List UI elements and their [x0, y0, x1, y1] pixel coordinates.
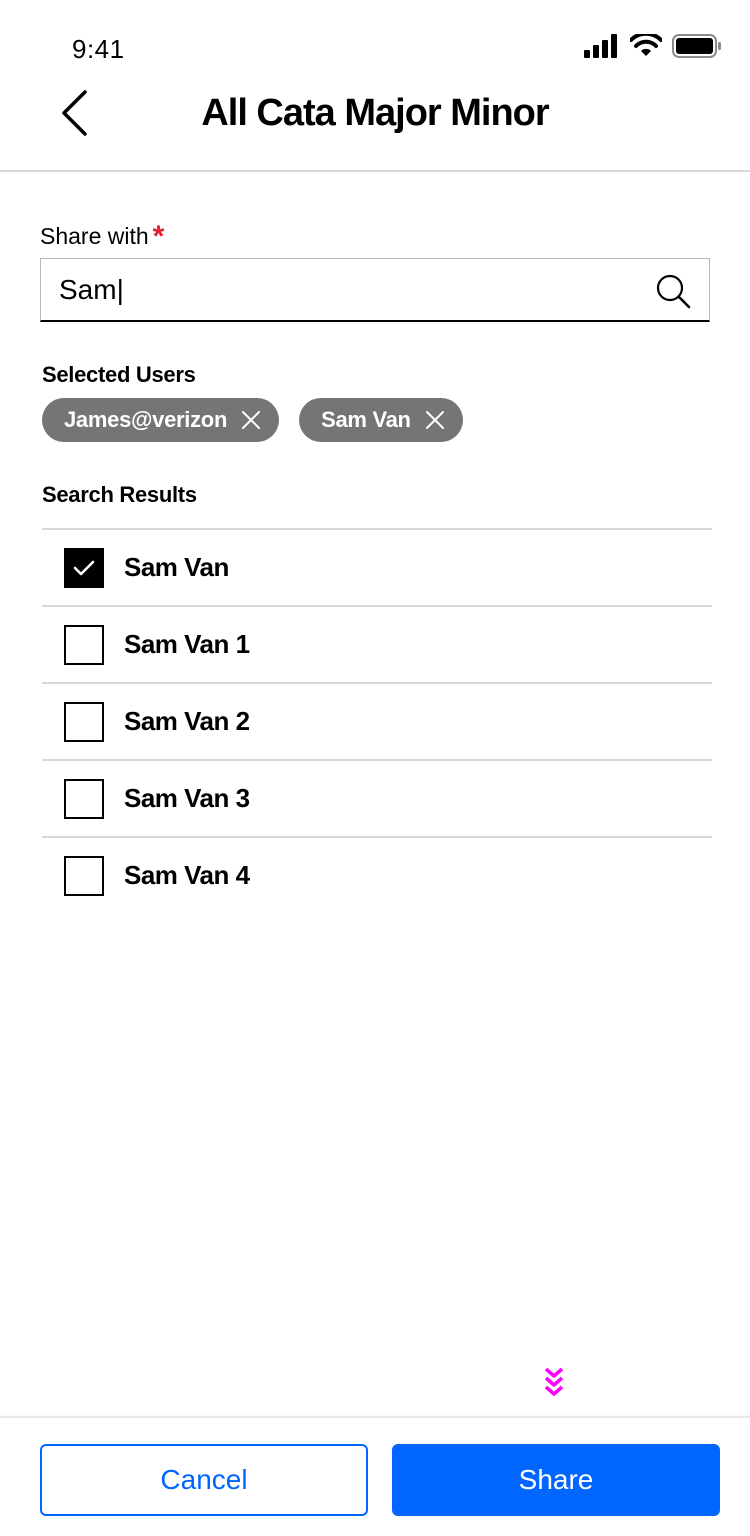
- list-item-label: Sam Van 1: [124, 629, 250, 659]
- battery-icon: [672, 34, 721, 58]
- list-item[interactable]: Sam Van 4: [42, 836, 712, 913]
- required-mark: *: [152, 220, 165, 253]
- chevron-double-down-icon: [544, 1367, 564, 1396]
- share-button[interactable]: Share: [392, 1444, 720, 1516]
- selected-user-chip: James@verizon: [42, 398, 280, 442]
- search-results-list: Sam Van Sam Van 1 Sam Van 2 Sam Van 3 Sa…: [42, 528, 712, 913]
- selected-users-title: Selected Users: [42, 362, 196, 387]
- checkbox[interactable]: [64, 855, 104, 896]
- checkmark-icon: [73, 560, 95, 575]
- checkbox-checked[interactable]: [64, 547, 104, 588]
- status-time: 9:41: [72, 34, 125, 64]
- status-icons: [584, 34, 722, 58]
- cancel-button[interactable]: Cancel: [40, 1444, 368, 1516]
- list-item[interactable]: Sam Van 2: [42, 682, 712, 759]
- list-item-label: Sam Van: [124, 552, 229, 582]
- selected-users-chips: James@verizon Sam Van: [42, 398, 463, 442]
- wifi-icon: [630, 34, 662, 56]
- search-icon[interactable]: [655, 273, 691, 309]
- chip-label: James@verizon: [64, 407, 228, 432]
- list-item-label: Sam Van 4: [124, 860, 250, 890]
- checkbox[interactable]: [64, 778, 104, 819]
- selected-user-chip: Sam Van: [299, 398, 463, 442]
- checkbox[interactable]: [64, 624, 104, 665]
- cellular-signal-icon: [584, 34, 617, 58]
- footer-bar: Cancel Share: [0, 1416, 750, 1536]
- status-bar: 9:41: [0, 0, 750, 88]
- list-item[interactable]: Sam Van 1: [42, 605, 712, 682]
- chip-label: Sam Van: [321, 407, 411, 432]
- header: All Cata Major Minor: [0, 88, 750, 172]
- share-with-label-text: Share with: [40, 223, 149, 249]
- list-item[interactable]: Sam Van 3: [42, 759, 712, 836]
- list-item-label: Sam Van 3: [124, 783, 250, 813]
- close-icon[interactable]: [241, 410, 261, 430]
- search-results-title: Search Results: [42, 482, 197, 507]
- checkbox[interactable]: [64, 701, 104, 742]
- close-icon[interactable]: [425, 410, 445, 430]
- list-item[interactable]: Sam Van: [42, 528, 712, 605]
- share-with-input[interactable]: [59, 259, 639, 321]
- share-with-field[interactable]: [40, 258, 710, 322]
- list-item-label: Sam Van 2: [124, 706, 250, 736]
- share-with-label: Share with *: [40, 218, 165, 253]
- page-title: All Cata Major Minor: [201, 92, 549, 134]
